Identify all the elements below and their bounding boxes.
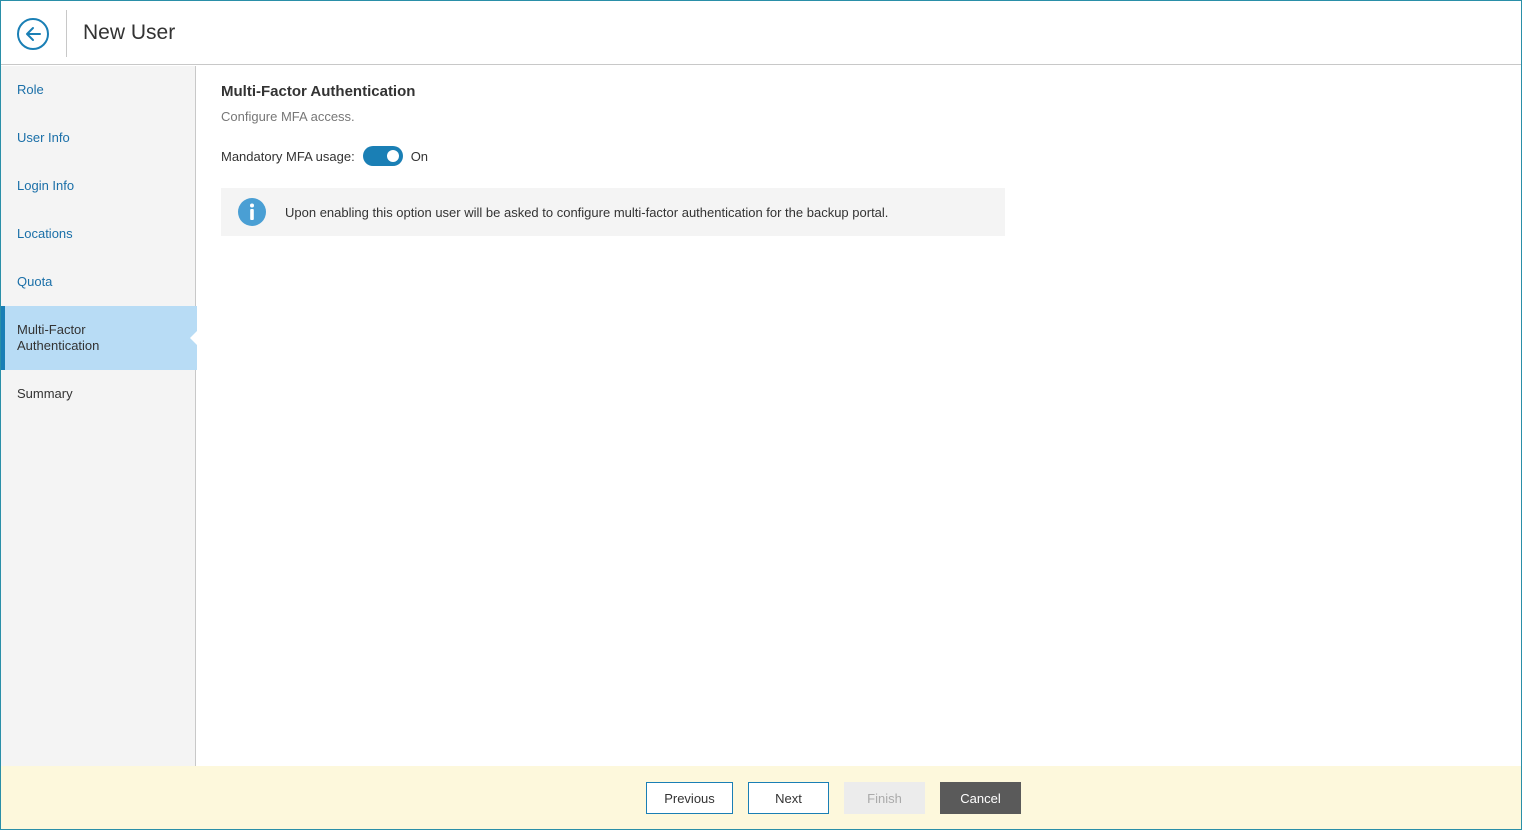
section-title: Multi-Factor Authentication [221, 83, 416, 100]
sidebar-item-multi-factor-authentication[interactable]: Multi-Factor Authentication [1, 306, 198, 370]
info-box: Upon enabling this option user will be a… [221, 188, 1005, 236]
info-icon [238, 198, 266, 226]
header-divider [66, 10, 67, 57]
sidebar-item-user-info[interactable]: User Info [1, 130, 196, 146]
page-title: New User [83, 21, 176, 44]
wizard-header: New User [1, 1, 1521, 65]
sidebar-item-role[interactable]: Role [1, 82, 196, 98]
wizard-steps-sidebar: Role User Info Login Info Locations Quot… [1, 66, 198, 766]
previous-button[interactable]: Previous [646, 782, 733, 814]
back-button[interactable] [17, 18, 49, 50]
cancel-button[interactable]: Cancel [940, 782, 1021, 814]
mfa-toggle[interactable] [362, 146, 403, 166]
next-button[interactable]: Next [748, 782, 829, 814]
mfa-label: Mandatory MFA usage: [221, 148, 355, 164]
toggle-knob [386, 150, 399, 162]
sidebar-item-login-info[interactable]: Login Info [1, 178, 196, 194]
section-subtitle: Configure MFA access. [221, 109, 355, 124]
sidebar-item-locations[interactable]: Locations [1, 226, 196, 242]
mfa-toggle-row: Mandatory MFA usage: On [221, 146, 428, 166]
finish-button[interactable]: Finish [844, 782, 925, 814]
sidebar-item-quota[interactable]: Quota [1, 274, 196, 290]
wizard-footer: Previous Next Finish Cancel [1, 766, 1521, 829]
info-text: Upon enabling this option user will be a… [285, 205, 889, 220]
wizard-window: New User Role User Info Login Info Locat… [0, 0, 1522, 830]
arrow-left-icon [26, 27, 41, 41]
sidebar-item-summary[interactable]: Summary [1, 386, 196, 402]
step-content: Multi-Factor Authentication Configure MF… [221, 66, 1501, 766]
mfa-toggle-state: On [410, 148, 429, 164]
